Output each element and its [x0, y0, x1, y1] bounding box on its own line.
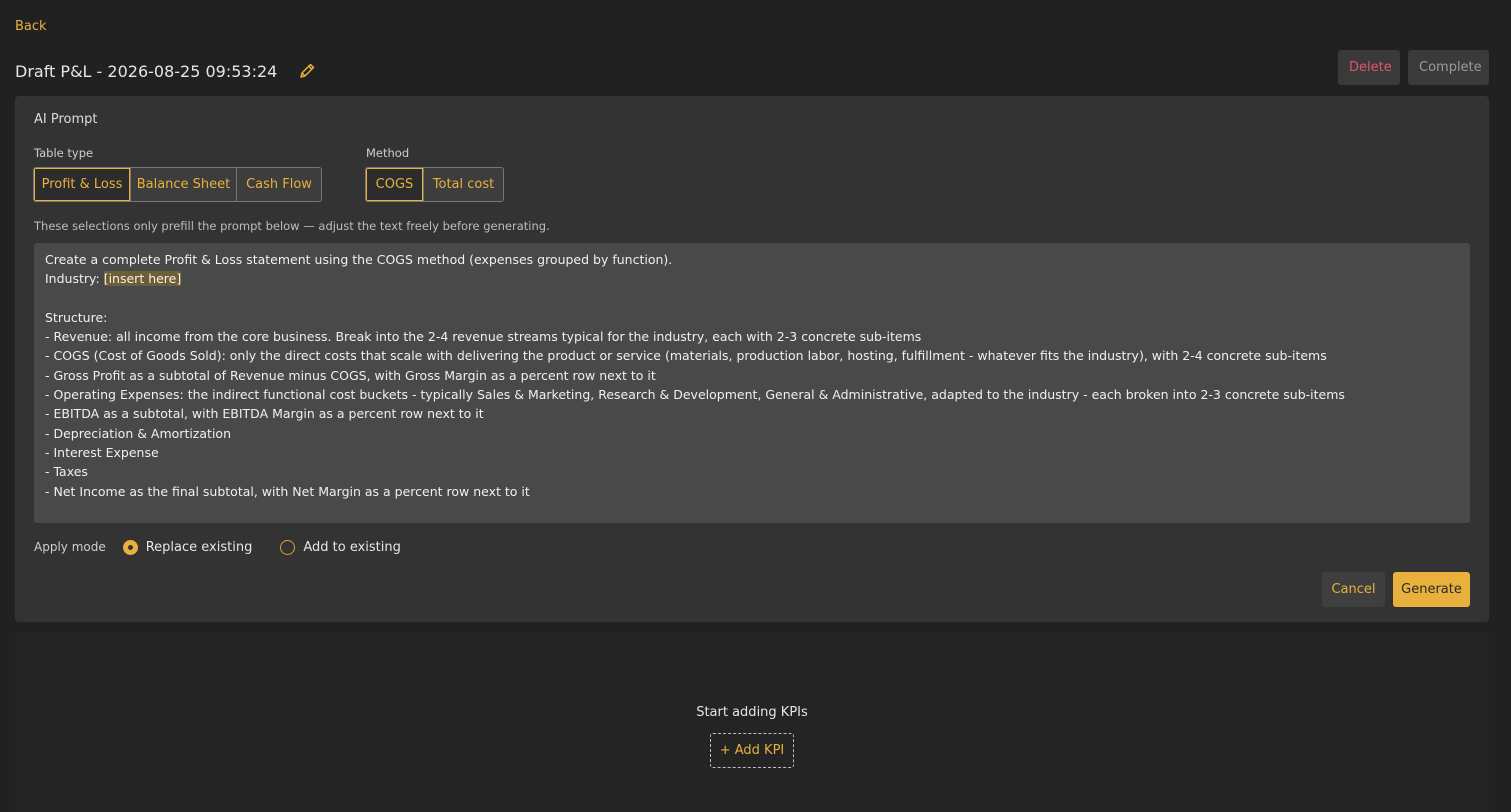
generate-button[interactable]: Generate — [1393, 572, 1470, 607]
method-total-cost[interactable]: Total cost — [424, 168, 503, 201]
table-type-profit-loss[interactable]: Profit & Loss — [34, 168, 131, 201]
cancel-button[interactable]: Cancel — [1322, 572, 1385, 607]
delete-button[interactable]: Delete — [1338, 50, 1400, 85]
apply-mode-label: Apply mode — [34, 540, 106, 554]
prompt-line: - Operating Expenses: the indirect funct… — [45, 387, 1345, 403]
industry-placeholder-highlight: [insert here] — [103, 271, 182, 287]
prompt-line: Create a complete Profit & Loss statemen… — [45, 252, 673, 267]
add-kpi-button[interactable]: + Add KPI — [710, 733, 794, 768]
method-label: Method — [366, 146, 410, 160]
prompt-industry-prefix: Industry: — [45, 271, 104, 287]
kpi-empty-title: Start adding KPIs — [696, 705, 808, 720]
prompt-line: - Interest Expense — [45, 444, 159, 460]
prompt-line: - Net Income as the final subtotal, with… — [45, 483, 530, 499]
table-type-label: Table type — [34, 146, 94, 160]
header-actions: Delete Complete — [1338, 50, 1489, 85]
prompt-line: - Taxes — [45, 464, 88, 480]
table-type-segmented: Profit & Loss Balance Sheet Cash Flow — [33, 167, 322, 202]
prompt-actions: Cancel Generate — [1322, 572, 1470, 607]
radio-label: Add to existing — [303, 539, 401, 555]
prompt-textarea[interactable]: Create a complete Profit & Loss statemen… — [34, 243, 1470, 523]
prompt-line — [45, 289, 1459, 308]
prompt-line: - Gross Profit as a subtotal of Revenue … — [45, 367, 656, 383]
radio-label: Replace existing — [145, 539, 253, 555]
complete-button[interactable]: Complete — [1408, 50, 1489, 85]
prompt-line: - Revenue: all income from the core busi… — [45, 329, 922, 345]
prompt-line: - COGS (Cost of Goods Sold): only the di… — [45, 348, 1327, 364]
table-type-cash-flow[interactable]: Cash Flow — [237, 168, 321, 201]
title-row: Draft P&L - 2026-08-25 09:53:24 — [15, 56, 1489, 86]
prompt-line: - Depreciation & Amortization — [45, 425, 231, 441]
prompt-line: Structure: — [45, 309, 108, 325]
prompt-line: - EBITDA as a subtotal, with EBITDA Marg… — [45, 406, 484, 422]
method-cogs[interactable]: COGS — [366, 168, 424, 201]
apply-mode-replace-radio[interactable]: Replace existing — [122, 539, 253, 555]
page-title: Draft P&L - 2026-08-25 09:53:24 — [15, 61, 278, 81]
pencil-icon[interactable] — [297, 61, 317, 81]
ai-prompt-panel: AI Prompt Table type Profit & Loss Balan… — [15, 96, 1489, 622]
radio-unchecked-icon — [280, 539, 296, 555]
method-segmented: COGS Total cost — [365, 167, 504, 202]
apply-mode-add-radio[interactable]: Add to existing — [280, 539, 401, 555]
prefill-hint: These selections only prefill the prompt… — [34, 219, 550, 233]
table-type-balance-sheet[interactable]: Balance Sheet — [131, 168, 237, 201]
apply-mode-row: Apply mode Replace existing Add to exist… — [34, 537, 429, 557]
back-link[interactable]: Back — [15, 19, 47, 34]
prompt-line-industry: Industry: [insert here] — [45, 269, 1459, 288]
kpi-area: Start adding KPIs + Add KPI — [15, 632, 1489, 812]
radio-checked-icon — [122, 539, 138, 555]
panel-heading: AI Prompt — [34, 112, 98, 127]
